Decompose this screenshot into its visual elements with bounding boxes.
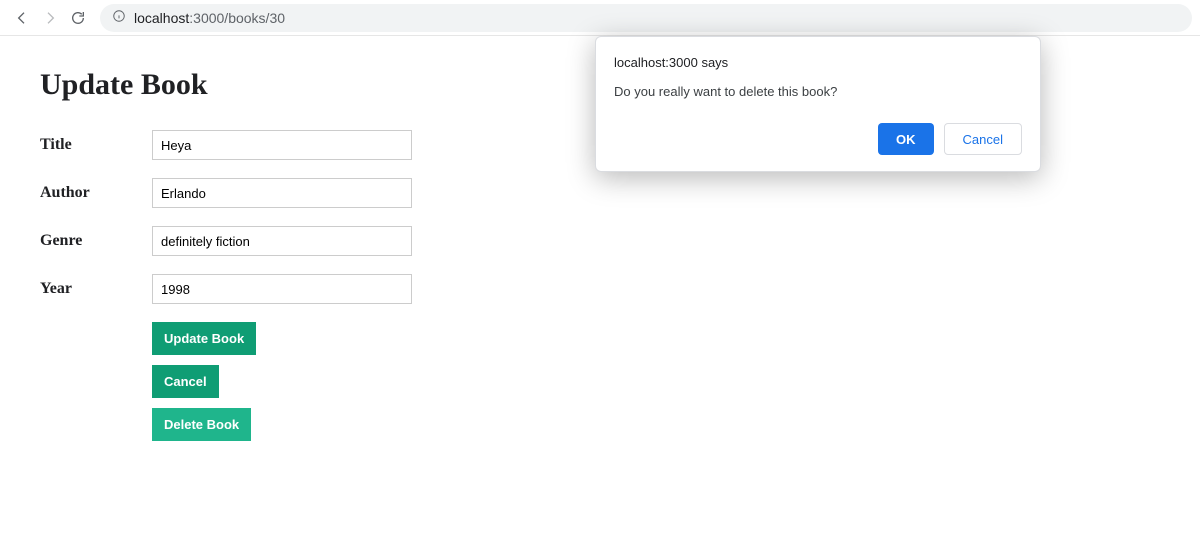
field-row-author: Author: [40, 178, 1160, 208]
confirm-dialog: localhost:3000 says Do you really want t…: [595, 36, 1041, 172]
url-text: localhost:3000/books/30: [134, 10, 285, 26]
dialog-origin: localhost:3000 says: [614, 55, 1022, 70]
delete-book-button[interactable]: Delete Book: [152, 408, 251, 441]
input-genre[interactable]: [152, 226, 412, 256]
reload-icon[interactable]: [64, 4, 92, 32]
site-info-icon[interactable]: [112, 9, 126, 26]
field-row-genre: Genre: [40, 226, 1160, 256]
button-column: Update Book Cancel Delete Book: [152, 322, 1160, 441]
forward-icon[interactable]: [36, 4, 64, 32]
browser-toolbar: localhost:3000/books/30: [0, 0, 1200, 36]
dialog-ok-button[interactable]: OK: [878, 123, 934, 155]
dialog-cancel-button[interactable]: Cancel: [944, 123, 1022, 155]
update-book-button[interactable]: Update Book: [152, 322, 256, 355]
url-path: :3000/books/30: [189, 10, 285, 26]
input-author[interactable]: [152, 178, 412, 208]
label-year: Year: [40, 280, 152, 298]
input-year[interactable]: [152, 274, 412, 304]
cancel-button[interactable]: Cancel: [152, 365, 219, 398]
dialog-message: Do you really want to delete this book?: [614, 84, 1022, 99]
back-icon[interactable]: [8, 4, 36, 32]
url-host: localhost: [134, 10, 189, 26]
dialog-actions: OK Cancel: [614, 123, 1022, 155]
label-title: Title: [40, 136, 152, 154]
field-row-year: Year: [40, 274, 1160, 304]
address-bar[interactable]: localhost:3000/books/30: [100, 4, 1192, 32]
label-genre: Genre: [40, 232, 152, 250]
input-title[interactable]: [152, 130, 412, 160]
label-author: Author: [40, 184, 152, 202]
